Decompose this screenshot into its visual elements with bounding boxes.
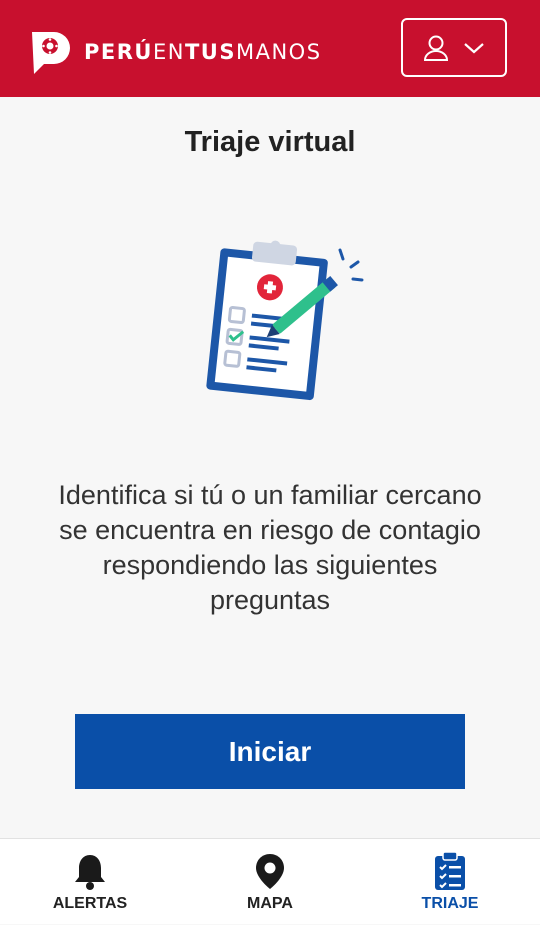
nav-item-triaje[interactable]: TRIAJE bbox=[360, 839, 540, 925]
nav-item-mapa[interactable]: MAPA bbox=[180, 839, 360, 925]
nav-item-alertas[interactable]: ALERTAS bbox=[0, 839, 180, 925]
user-menu-button[interactable] bbox=[401, 18, 507, 77]
chevron-down-icon bbox=[464, 42, 484, 53]
brand-part1: PERÚ bbox=[84, 40, 153, 64]
app-header: PERÚENTUSMANOS bbox=[0, 0, 540, 97]
brand-name: PERÚENTUSMANOS bbox=[84, 40, 322, 64]
bottom-nav: ALERTAS MAPA TRIAJE bbox=[0, 838, 540, 924]
logo-mark-icon bbox=[32, 32, 70, 74]
page-title: Triaje virtual bbox=[184, 126, 356, 158]
nav-label-mapa: MAPA bbox=[247, 895, 293, 912]
clipboard-checklist-icon bbox=[206, 240, 364, 401]
brand-part2: EN bbox=[152, 40, 185, 64]
nav-label-alertas: ALERTAS bbox=[52, 895, 128, 912]
clipboard-icon bbox=[435, 851, 465, 890]
description-text: Identifica si tú o un familiar cercano s… bbox=[58, 480, 482, 615]
start-button[interactable]: Iniciar bbox=[75, 714, 465, 789]
user-icon bbox=[423, 35, 449, 61]
app-logo: PERÚENTUSMANOS bbox=[28, 28, 322, 76]
brand-part4: MANOS bbox=[235, 40, 322, 64]
nav-label-triaje: TRIAJE bbox=[421, 895, 479, 912]
bell-icon bbox=[75, 855, 105, 890]
map-pin-icon bbox=[256, 854, 284, 889]
brand-part3: TUS bbox=[184, 40, 236, 64]
